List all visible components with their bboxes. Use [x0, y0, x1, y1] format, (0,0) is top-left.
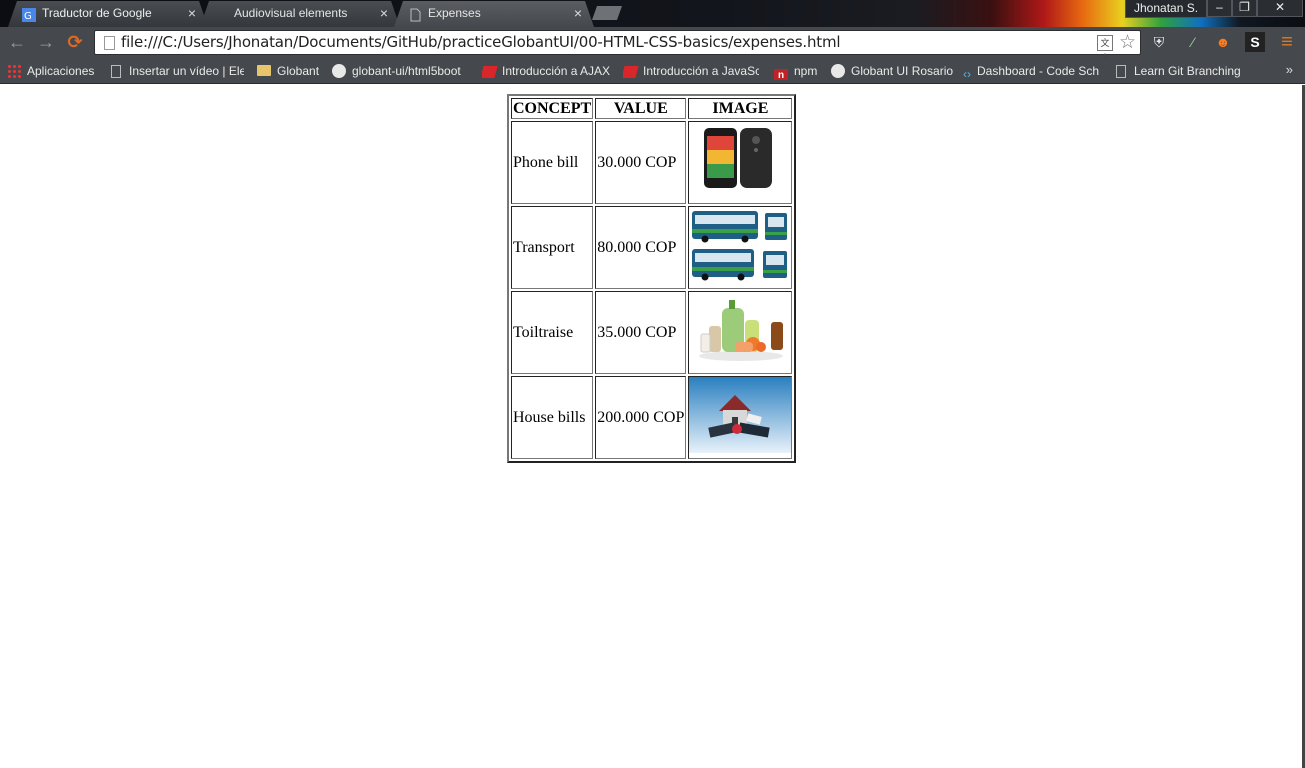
- forward-icon[interactable]: →: [34, 31, 58, 55]
- bookmarks-bar: Aplicaciones Insertar un vídeo | Eler Gl…: [0, 58, 1305, 84]
- bookmark-npm[interactable]: n npm: [774, 62, 822, 80]
- menu-icon[interactable]: ≡: [1277, 32, 1297, 52]
- bookmark-learn-git-branching[interactable]: Learn Git Branching: [1114, 62, 1244, 80]
- bookmark-label: Globant UI Rosario: [851, 64, 953, 78]
- table-row: House bills 200.000 COP: [511, 376, 793, 459]
- translate-icon[interactable]: 文A: [1097, 35, 1113, 62]
- bookmark-label: Insertar un vídeo | Eler: [129, 64, 244, 78]
- star-icon[interactable]: ☆: [1119, 31, 1136, 54]
- bookmark-aplicaciones[interactable]: Aplicaciones: [7, 62, 99, 80]
- reload-icon[interactable]: ⟳: [63, 31, 87, 55]
- concept-cell: Toiltraise: [511, 291, 594, 374]
- tab-label: Traductor de Google: [42, 6, 152, 20]
- table-row: Phone bill 30.000 COP: [511, 121, 793, 204]
- bookmark-globant-ui-rosario[interactable]: Globant UI Rosario: [831, 62, 953, 80]
- bookmark-intro-ajax[interactable]: Introducción a AJAX: [482, 62, 614, 80]
- url-text[interactable]: file:///C:/Users/Jhonatan/Documents/GitH…: [121, 31, 1080, 54]
- close-tab-icon[interactable]: ×: [574, 1, 582, 25]
- folder-icon: [257, 65, 271, 76]
- column-header-image: IMAGE: [688, 98, 793, 119]
- value-cell: 35.000 COP: [595, 291, 687, 374]
- codecademy-icon: [623, 66, 639, 78]
- tab-traductor[interactable]: G Traductor de Google ×: [8, 1, 208, 27]
- tab-label: Expenses: [428, 6, 481, 20]
- tab-label: Audiovisual elements: [234, 6, 348, 20]
- browser-toolbar: ← → ⟳ file:///C:/Users/Jhonatan/Document…: [0, 27, 1305, 62]
- bus-image: [689, 207, 791, 283]
- tab-audiovisual[interactable]: Audiovisual elements ×: [200, 1, 400, 27]
- flame-extension-icon[interactable]: ☻: [1213, 32, 1233, 52]
- bookmark-label: Globant: [277, 64, 320, 78]
- page-content: CONCEPT VALUE IMAGE Phone bill 30.000 CO…: [0, 85, 1305, 768]
- bookmark-label: Aplicaciones: [27, 64, 95, 78]
- bookmark-label: npm: [794, 64, 818, 78]
- concept-cell: Transport: [511, 206, 594, 289]
- bookmark-label: globant-ui/html5boot: [352, 64, 461, 78]
- expenses-table: CONCEPT VALUE IMAGE Phone bill 30.000 CO…: [507, 94, 797, 463]
- concept-cell: Phone bill: [511, 121, 594, 204]
- google-translate-icon: G: [22, 6, 36, 22]
- back-icon[interactable]: ←: [5, 31, 29, 55]
- house-bills-image: [689, 377, 792, 453]
- new-tab-button[interactable]: [592, 6, 622, 20]
- bookmark-label: Introducción a JavaSc: [643, 64, 759, 78]
- toiletries-image: [689, 292, 791, 368]
- close-window-button[interactable]: ✕: [1257, 0, 1303, 17]
- page-icon: [1116, 65, 1126, 78]
- s-extension-icon[interactable]: S: [1245, 32, 1265, 52]
- value-cell: 30.000 COP: [595, 121, 687, 204]
- title-bar: G Traductor de Google × Audiovisual elem…: [0, 0, 1305, 27]
- column-header-value: VALUE: [595, 98, 687, 119]
- apps-icon: [7, 64, 21, 78]
- bookmark-globant-folder[interactable]: Globant: [257, 62, 327, 80]
- close-tab-icon[interactable]: ×: [188, 1, 196, 25]
- table-row: Toiltraise 35.000 COP: [511, 291, 793, 374]
- page-icon: [111, 65, 121, 78]
- bookmark-label: Learn Git Branching: [1134, 64, 1241, 78]
- bookmark-globant-ui-html5boot[interactable]: globant-ui/html5boot: [332, 62, 469, 80]
- table-row: Transport 80.000 COP: [511, 206, 793, 289]
- bookmark-label: Dashboard - Code Sch: [977, 64, 1099, 78]
- user-profile-badge[interactable]: Jhonatan S.: [1125, 0, 1208, 18]
- shield-extension-icon[interactable]: ⛨: [1149, 32, 1169, 52]
- tab-expenses[interactable]: Expenses ×: [394, 1, 594, 27]
- page-icon: [104, 36, 115, 50]
- svg-text:G: G: [24, 11, 32, 22]
- github-icon: [831, 64, 845, 78]
- value-cell: 80.000 COP: [595, 206, 687, 289]
- page-icon: [214, 6, 228, 20]
- eyedropper-extension-icon[interactable]: ⁄: [1183, 32, 1203, 52]
- address-bar[interactable]: file:///C:/Users/Jhonatan/Documents/GitH…: [94, 30, 1141, 62]
- more-bookmarks-icon[interactable]: »: [1286, 62, 1293, 77]
- page-icon: [408, 6, 422, 22]
- concept-cell: House bills: [511, 376, 594, 459]
- npm-icon: n: [774, 69, 788, 80]
- codecademy-icon: [482, 66, 498, 78]
- minimize-button[interactable]: ‒: [1207, 0, 1232, 17]
- code-icon: ‹›: [963, 67, 971, 80]
- bookmark-code-school[interactable]: ‹› Dashboard - Code Sch: [963, 62, 1099, 80]
- close-tab-icon[interactable]: ×: [380, 1, 388, 25]
- bookmark-insertar-video[interactable]: Insertar un vídeo | Eler: [109, 62, 244, 80]
- bookmark-label: Introducción a AJAX: [502, 64, 611, 78]
- column-header-concept: CONCEPT: [511, 98, 594, 119]
- bookmark-intro-javascript[interactable]: Introducción a JavaSc: [623, 62, 759, 80]
- phone-image: [689, 122, 791, 198]
- value-cell: 200.000 COP: [595, 376, 687, 459]
- restore-button[interactable]: ❐: [1232, 0, 1257, 17]
- table-header-row: CONCEPT VALUE IMAGE: [511, 98, 793, 119]
- github-icon: [332, 64, 346, 78]
